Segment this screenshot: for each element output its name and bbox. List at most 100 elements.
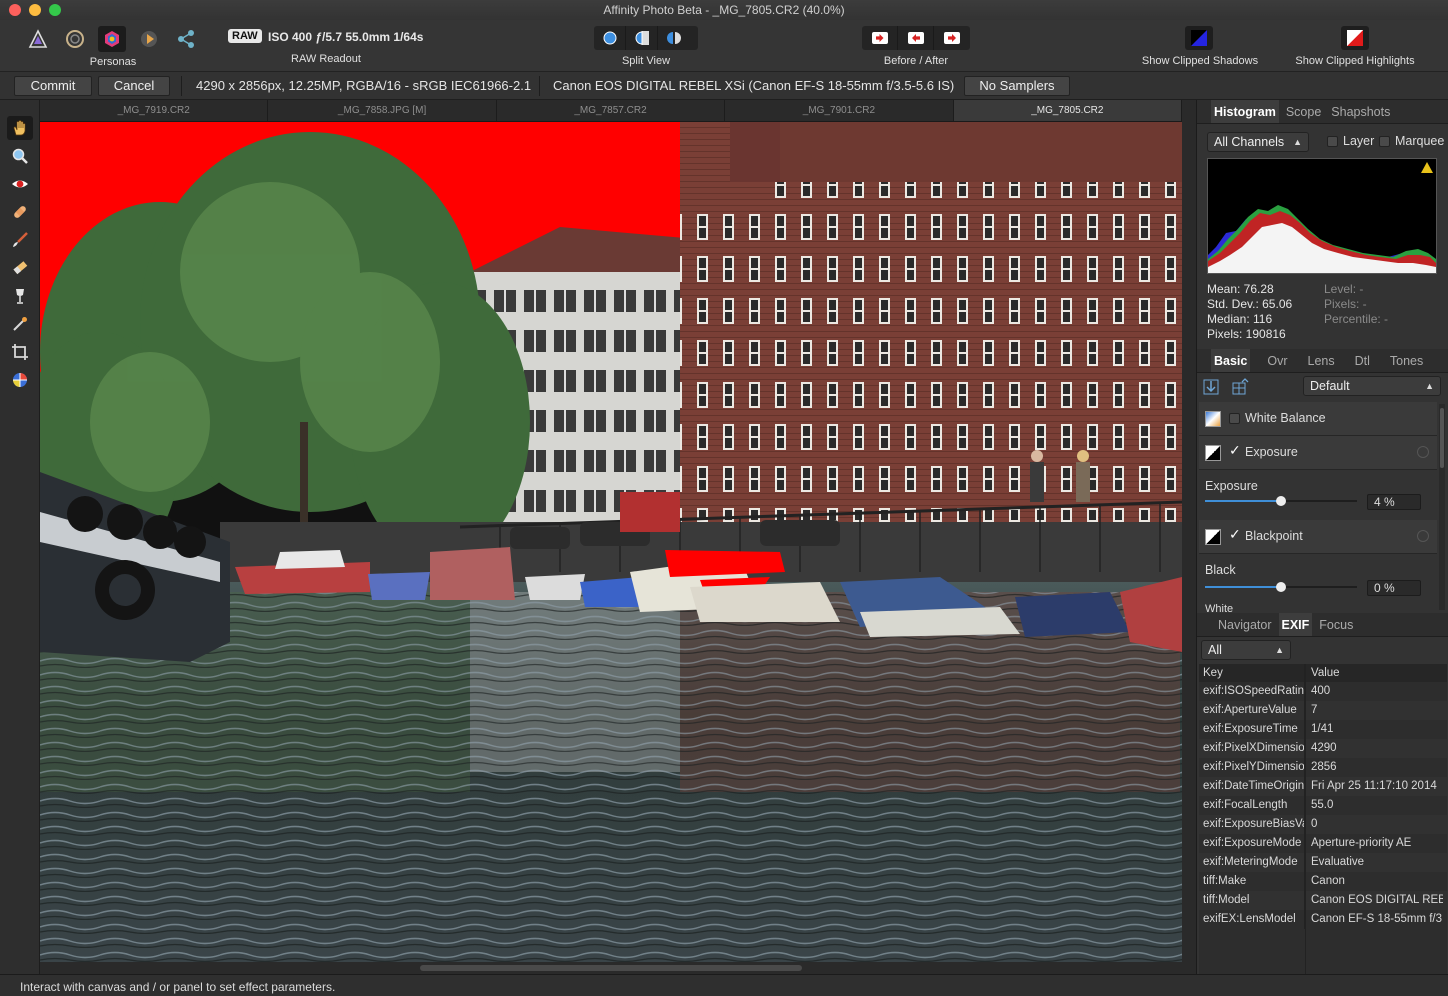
image-canvas[interactable]	[40, 122, 1182, 962]
liquify-persona-icon	[66, 30, 84, 48]
tab-overlays[interactable]: Ovr	[1264, 349, 1290, 372]
preset-dropdown[interactable]: Default ▲	[1303, 376, 1441, 396]
show-clipped-shadows-button[interactable]	[1185, 26, 1213, 50]
black-value-field[interactable]: 0 %	[1367, 580, 1421, 596]
reset-all-button[interactable]	[1201, 377, 1221, 397]
brush-tool-button[interactable]	[7, 228, 33, 252]
tab-lens[interactable]: Lens	[1305, 349, 1338, 372]
dropdown-arrow-icon: ▲	[1293, 137, 1302, 147]
tab-details[interactable]: Dtl	[1352, 349, 1373, 372]
marquee-checkbox[interactable]	[1379, 136, 1390, 147]
liquify-persona-button[interactable]	[61, 26, 89, 52]
app-window: Affinity Photo Beta - _MG_7805.CR2 (40.0…	[0, 0, 1448, 996]
slider-knob[interactable]	[1276, 496, 1286, 506]
clone-tool-button[interactable]	[7, 284, 33, 308]
adjustments-scrollbar[interactable]	[1439, 404, 1445, 610]
document-tab-active[interactable]: _MG_7805.CR2	[953, 100, 1183, 121]
split-view-button[interactable]	[626, 26, 658, 50]
tab-snapshots[interactable]: Shapshots	[1328, 100, 1393, 123]
exif-row[interactable]: exif:ApertureValue 7	[1199, 701, 1447, 720]
tab-exif[interactable]: EXIF	[1278, 613, 1313, 636]
swap-before-after-button[interactable]	[934, 26, 970, 50]
exif-row[interactable]: exif:ISOSpeedRatin 400	[1199, 682, 1447, 701]
eraser-tool-button[interactable]	[7, 256, 33, 280]
document-tab[interactable]: _MG_7857.CR2	[497, 100, 726, 121]
white-balance-row[interactable]: White Balance	[1199, 402, 1437, 436]
color-picker-tool-button[interactable]	[7, 312, 33, 336]
exif-row[interactable]: exif:PixelXDimensio 4290	[1199, 739, 1447, 758]
document-tab[interactable]: _MG_7901.CR2	[725, 100, 954, 121]
checkmark-icon[interactable]: ✓	[1229, 526, 1241, 543]
blackpoint-row[interactable]: ✓ Blackpoint	[1199, 520, 1437, 554]
dropdown-arrow-icon: ▲	[1275, 645, 1284, 655]
reset-blackpoint-icon[interactable]	[1417, 530, 1429, 542]
slider-fill	[1205, 586, 1281, 588]
develop-persona-button[interactable]	[98, 26, 126, 52]
photo-persona-icon	[28, 29, 48, 48]
photo-persona-button[interactable]	[24, 26, 52, 52]
scrollbar-thumb[interactable]	[1440, 408, 1444, 468]
scrollbar-thumb[interactable]	[420, 965, 802, 971]
checkmark-icon[interactable]: ✓	[1229, 442, 1241, 459]
reset-exposure-icon[interactable]	[1417, 446, 1429, 458]
tab-scope[interactable]: Scope	[1283, 100, 1324, 123]
exif-row[interactable]: exif:PixelYDimensio 2856	[1199, 758, 1447, 777]
white-balance-label: White Balance	[1245, 411, 1326, 425]
close-window-button[interactable]	[9, 4, 21, 16]
single-view-icon	[603, 31, 616, 45]
copy-before-to-after-button[interactable]	[862, 26, 898, 50]
slider-knob[interactable]	[1276, 582, 1286, 592]
export-persona-button[interactable]	[172, 26, 200, 52]
exposure-row[interactable]: ✓ Exposure	[1199, 436, 1437, 470]
channel-dropdown[interactable]: All Channels ▲	[1207, 132, 1309, 152]
view-tool-button[interactable]	[7, 116, 33, 140]
tab-basic[interactable]: Basic	[1211, 349, 1251, 372]
document-tab[interactable]: _MG_7919.CR2	[40, 100, 269, 121]
red-eye-tool-button[interactable]	[7, 172, 33, 196]
exif-row[interactable]: exif:ExposureMode Aperture-priority AE	[1199, 834, 1447, 853]
crop-tool-button[interactable]	[7, 340, 33, 364]
minimize-window-button[interactable]	[29, 4, 41, 16]
commit-button[interactable]: Commit	[14, 76, 92, 96]
key-column-header[interactable]: Key	[1199, 664, 1305, 682]
exif-row[interactable]: exif:FocalLength 55.0	[1199, 796, 1447, 815]
tab-focus[interactable]: Focus	[1316, 613, 1356, 636]
single-view-button[interactable]	[594, 26, 626, 50]
exif-rows: exif:ISOSpeedRatin 400 exif:ApertureValue 7…	[1199, 682, 1447, 929]
exposure-value-field[interactable]: 4 %	[1367, 494, 1421, 510]
layer-label: Layer	[1343, 134, 1375, 148]
arrow-right-icon	[871, 32, 888, 44]
layer-checkbox[interactable]	[1327, 136, 1338, 147]
zoom-tool-button[interactable]	[7, 144, 33, 168]
crop-icon	[12, 344, 28, 360]
exif-row[interactable]: exifEX:LensModel Canon EF-S 18-55mm f/3	[1199, 910, 1447, 929]
healing-tool-button[interactable]	[7, 200, 33, 224]
show-clipped-highlights-button[interactable]	[1341, 26, 1369, 50]
mirror-view-button[interactable]	[658, 26, 690, 50]
zoom-window-button[interactable]	[49, 4, 61, 16]
exif-row[interactable]: tiff:Make Canon	[1199, 872, 1447, 891]
cancel-button[interactable]: Cancel	[98, 76, 170, 96]
tab-histogram[interactable]: Histogram	[1211, 100, 1279, 123]
tone-mapping-persona-button[interactable]	[135, 26, 163, 52]
exif-filter-dropdown[interactable]: All ▲	[1201, 640, 1291, 660]
exif-value: Aperture-priority AE	[1311, 837, 1412, 849]
preset-options-button[interactable]	[1230, 377, 1250, 397]
horizontal-scrollbar[interactable]	[40, 962, 1182, 974]
exif-row[interactable]: exif:ExposureBiasVa 0	[1199, 815, 1447, 834]
exif-row[interactable]: exif:ExposureTime 1/41	[1199, 720, 1447, 739]
black-slider[interactable]	[1205, 582, 1357, 592]
exif-row[interactable]: tiff:Model Canon EOS DIGITAL REB	[1199, 891, 1447, 910]
exposure-slider[interactable]	[1205, 496, 1357, 506]
white-balance-checkbox[interactable]	[1229, 413, 1240, 424]
samplers-button[interactable]: No Samplers	[964, 76, 1070, 96]
exif-row[interactable]: exif:MeteringMode Evaluative	[1199, 853, 1447, 872]
copy-after-to-before-button[interactable]	[898, 26, 934, 50]
tab-tones[interactable]: Tones	[1387, 349, 1426, 372]
exif-row[interactable]: exif:DateTimeOrigin Fri Apr 25 11:17:10 2…	[1199, 777, 1447, 796]
document-tab[interactable]: _MG_7858.JPG [M]	[268, 100, 497, 121]
tab-navigator[interactable]: Navigator	[1215, 613, 1275, 636]
value-column-header[interactable]: Value	[1305, 664, 1443, 682]
white-balance-tool-button[interactable]	[7, 368, 33, 392]
hand-icon	[13, 120, 26, 136]
